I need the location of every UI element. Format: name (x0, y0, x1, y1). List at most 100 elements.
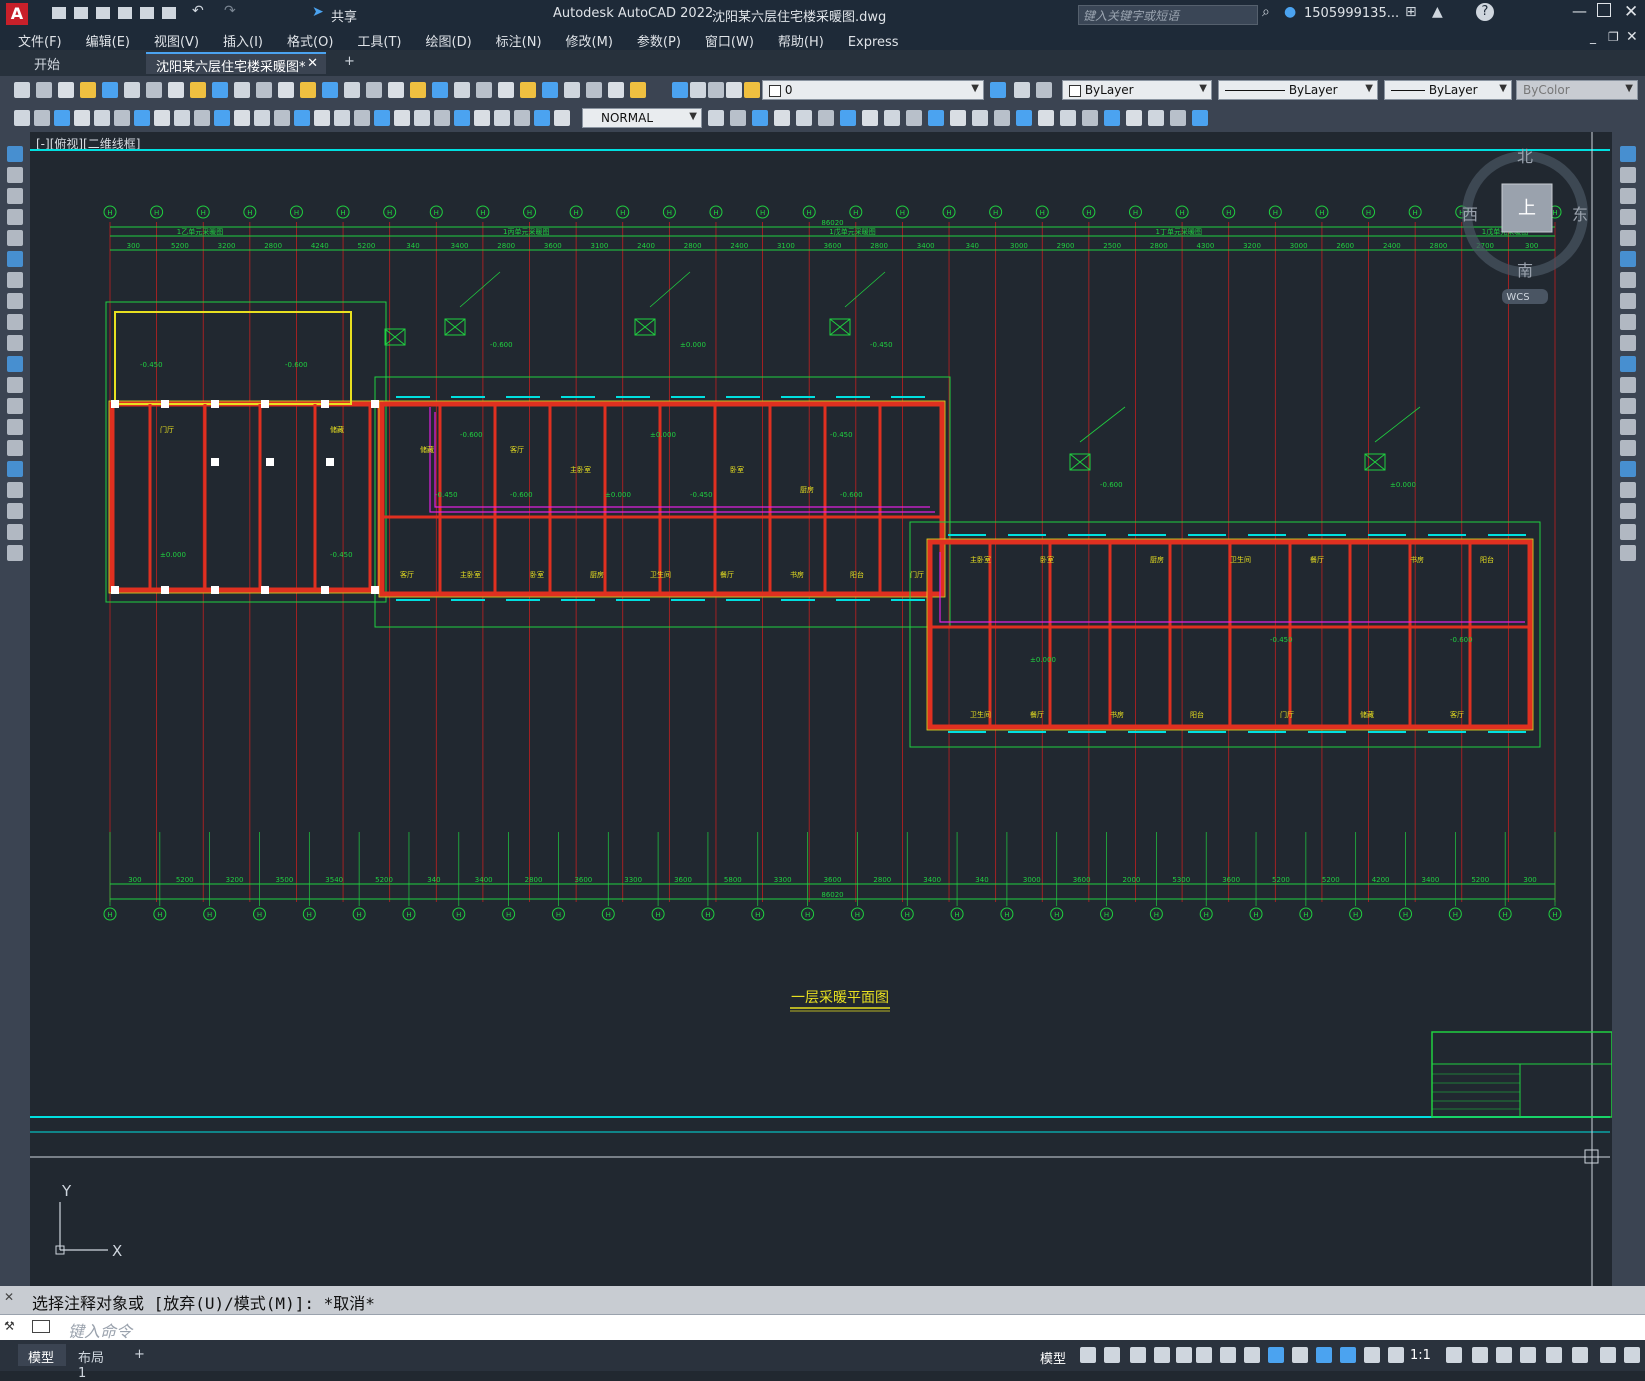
standard-tool-18-icon[interactable] (410, 82, 426, 98)
standard-tool-23-icon[interactable] (520, 82, 536, 98)
compass-south[interactable]: 南 (1517, 261, 1533, 280)
print-icon[interactable] (162, 7, 176, 19)
menu-item-0[interactable]: 文件(F) (6, 29, 74, 52)
dimension-tool-14-icon[interactable] (294, 110, 310, 126)
status-toggle-21-icon[interactable] (1624, 1347, 1640, 1363)
dimension-tool-5-icon[interactable] (114, 110, 130, 126)
status-toggle-15-icon[interactable] (1472, 1347, 1488, 1363)
status-toggle-19-icon[interactable] (1572, 1347, 1588, 1363)
dimension-tool-36-icon[interactable] (884, 110, 900, 126)
draw-tool-5-icon[interactable] (7, 251, 23, 267)
status-toggle-18-icon[interactable] (1546, 1347, 1562, 1363)
dimension-tool-45-icon[interactable] (1082, 110, 1098, 126)
modify-tool-10-icon[interactable] (1620, 356, 1636, 372)
compass-east[interactable]: 东 (1572, 205, 1588, 224)
menu-item-2[interactable]: 视图(V) (142, 29, 211, 52)
dimension-tool-22-icon[interactable] (454, 110, 470, 126)
help-icon[interactable]: ? (1476, 3, 1494, 21)
autodesk-icon[interactable]: ▲ (1432, 4, 1443, 20)
model-space-button[interactable]: 模型 (1040, 1348, 1066, 1367)
menu-item-11[interactable]: 帮助(H) (766, 29, 836, 52)
dimension-tool-35-icon[interactable] (862, 110, 878, 126)
modify-tool-2-icon[interactable] (1620, 188, 1636, 204)
draw-tool-3-icon[interactable] (7, 209, 23, 225)
search-icon[interactable]: ⌕ (1262, 4, 1270, 20)
compass-west[interactable]: 西 (1462, 205, 1478, 224)
new-file-icon[interactable] (52, 7, 66, 19)
doc-restore-icon[interactable]: ❐ (1608, 30, 1619, 44)
modify-tool-5-icon[interactable] (1620, 251, 1636, 267)
search-input[interactable]: 键入关键字或短语 (1078, 5, 1258, 25)
lineweight-dropdown[interactable]: ByLayer ▼ (1384, 80, 1512, 100)
plotstyle-dropdown[interactable]: ByColor ▼ (1516, 80, 1638, 100)
draw-tool-10-icon[interactable] (7, 356, 23, 372)
modify-tool-1-icon[interactable] (1620, 167, 1636, 183)
standard-tool-19-icon[interactable] (432, 82, 448, 98)
dimension-tool-32-icon[interactable] (796, 110, 812, 126)
standard-tool-34-icon[interactable] (990, 82, 1006, 98)
dimension-tool-40-icon[interactable] (972, 110, 988, 126)
tab-layout1[interactable]: 布局1 (68, 1344, 122, 1381)
save-icon[interactable] (96, 7, 110, 19)
dimension-tool-23-icon[interactable] (474, 110, 490, 126)
dimension-tool-29-icon[interactable] (730, 110, 746, 126)
dimension-tool-47-icon[interactable] (1126, 110, 1142, 126)
standard-tool-33-icon[interactable] (744, 82, 760, 98)
dimension-tool-0-icon[interactable] (14, 110, 30, 126)
dimension-tool-49-icon[interactable] (1170, 110, 1186, 126)
standard-tool-35-icon[interactable] (1014, 82, 1030, 98)
dimension-tool-21-icon[interactable] (434, 110, 450, 126)
modify-tool-18-icon[interactable] (1620, 524, 1636, 540)
tab-close-icon[interactable]: ✕ (307, 56, 318, 71)
standard-tool-11-icon[interactable] (256, 82, 272, 98)
menu-item-6[interactable]: 绘图(D) (414, 29, 484, 52)
standard-tool-6-icon[interactable] (146, 82, 162, 98)
modify-tool-9-icon[interactable] (1620, 335, 1636, 351)
dimension-tool-18-icon[interactable] (374, 110, 390, 126)
tab-active-document[interactable]: 沈阳某六层住宅楼采暖图* ✕ (146, 52, 326, 75)
tab-add-layout[interactable]: + (124, 1344, 148, 1366)
share-icon[interactable]: ➤ (312, 4, 324, 20)
draw-tool-4-icon[interactable] (7, 230, 23, 246)
dimension-tool-39-icon[interactable] (950, 110, 966, 126)
modify-tool-19-icon[interactable] (1620, 545, 1636, 561)
minimize-icon[interactable]: — (1572, 2, 1587, 20)
dimension-tool-13-icon[interactable] (274, 110, 290, 126)
modify-tool-15-icon[interactable] (1620, 461, 1636, 477)
status-toggle-9-icon[interactable] (1292, 1347, 1308, 1363)
modify-tool-11-icon[interactable] (1620, 377, 1636, 393)
dimension-tool-16-icon[interactable] (334, 110, 350, 126)
open-file-icon[interactable] (74, 7, 88, 19)
status-toggle-2-icon[interactable] (1130, 1347, 1146, 1363)
status-toggle-5-icon[interactable] (1196, 1347, 1212, 1363)
standard-tool-2-icon[interactable] (58, 82, 74, 98)
standard-tool-32-icon[interactable] (726, 82, 742, 98)
dimension-tool-15-icon[interactable] (314, 110, 330, 126)
compass-north[interactable]: 北 (1517, 147, 1533, 166)
standard-tool-26-icon[interactable] (586, 82, 602, 98)
status-toggle-0-icon[interactable] (1080, 1347, 1096, 1363)
modify-tool-17-icon[interactable] (1620, 503, 1636, 519)
dimension-tool-33-icon[interactable] (818, 110, 834, 126)
dimension-tool-2-icon[interactable] (54, 110, 70, 126)
status-toggle-14-icon[interactable] (1446, 1347, 1462, 1363)
standard-tool-7-icon[interactable] (168, 82, 184, 98)
draw-tool-7-icon[interactable] (7, 293, 23, 309)
draw-tool-17-icon[interactable] (7, 503, 23, 519)
draw-tool-18-icon[interactable] (7, 524, 23, 540)
status-toggle-11-icon[interactable] (1340, 1347, 1356, 1363)
standard-tool-5-icon[interactable] (124, 82, 140, 98)
standard-tool-21-icon[interactable] (476, 82, 492, 98)
status-toggle-1-icon[interactable] (1104, 1347, 1120, 1363)
standard-tool-22-icon[interactable] (498, 82, 514, 98)
dimension-tool-34-icon[interactable] (840, 110, 856, 126)
dimstyle-dropdown[interactable]: NORMAL ▼ (582, 108, 702, 128)
status-toggle-16-icon[interactable] (1496, 1347, 1512, 1363)
standard-tool-30-icon[interactable] (690, 82, 706, 98)
standard-tool-24-icon[interactable] (542, 82, 558, 98)
tab-model[interactable]: 模型 (18, 1344, 66, 1366)
dimension-tool-17-icon[interactable] (354, 110, 370, 126)
standard-tool-15-icon[interactable] (344, 82, 360, 98)
dimension-tool-12-icon[interactable] (254, 110, 270, 126)
dimension-tool-20-icon[interactable] (414, 110, 430, 126)
